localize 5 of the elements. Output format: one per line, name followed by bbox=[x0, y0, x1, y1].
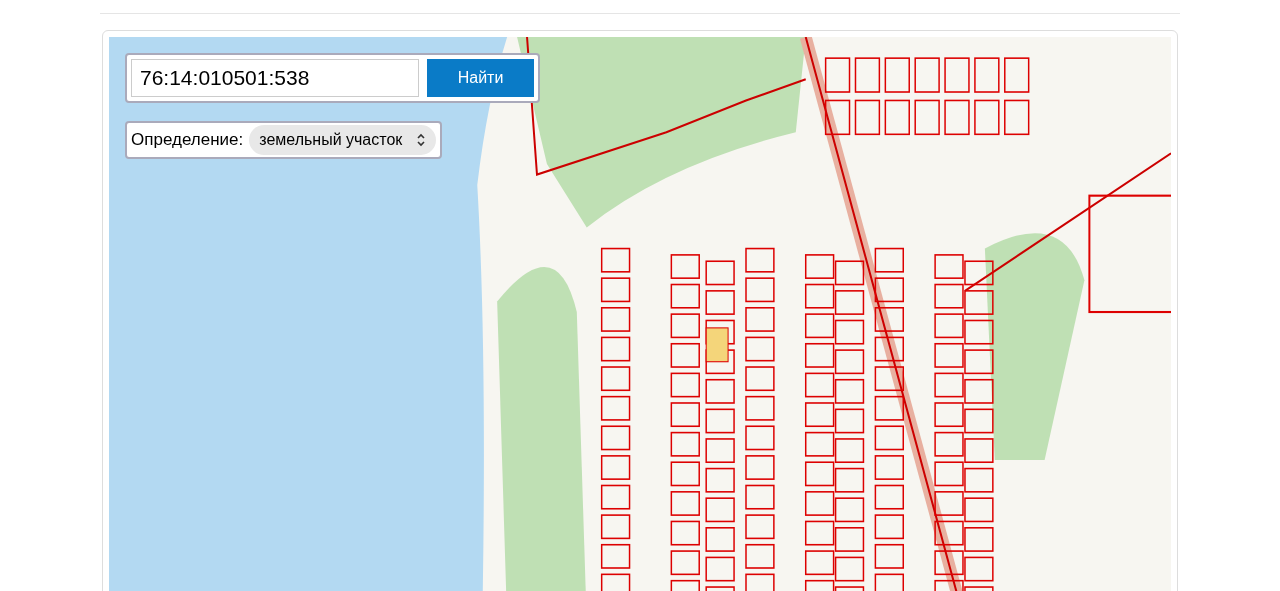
definition-label: Определение: bbox=[131, 129, 244, 152]
definition-select[interactable]: земельный участок bbox=[249, 125, 437, 155]
updown-chevron-icon bbox=[416, 133, 427, 147]
cadastral-number-field[interactable]: 76:14:010501:538 bbox=[131, 59, 419, 97]
find-button[interactable]: Найти bbox=[427, 59, 534, 97]
